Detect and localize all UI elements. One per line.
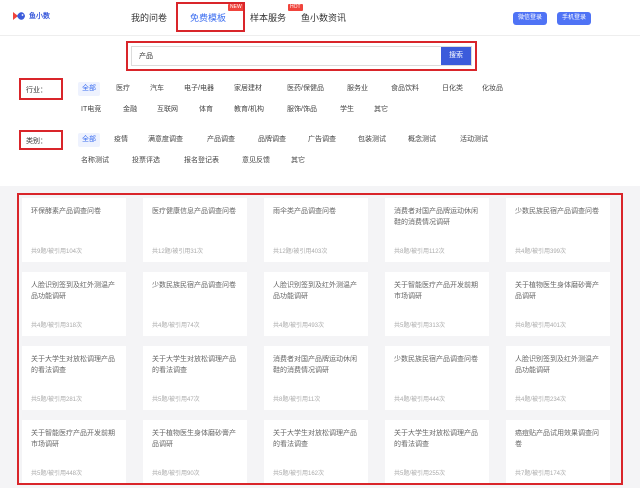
industry-all[interactable]: 全部 xyxy=(78,82,100,96)
category-epidemic[interactable]: 疫情 xyxy=(114,133,128,147)
industry-auto[interactable]: 汽车 xyxy=(150,82,164,96)
template-grid-highlight xyxy=(17,193,623,485)
industry-pharma[interactable]: 医药/保健品 xyxy=(287,82,324,96)
category-activity[interactable]: 活动测试 xyxy=(460,133,488,147)
nav-sample-service[interactable]: 样本服务 xyxy=(250,11,286,24)
industry-daily-chemical[interactable]: 日化类 xyxy=(442,82,463,96)
nav-my-surveys[interactable]: 我的问卷 xyxy=(131,11,167,24)
wechat-login-button[interactable]: 微信登录 xyxy=(513,12,548,25)
industry-electronics[interactable]: 电子/电器 xyxy=(184,82,214,96)
category-label: 类别： xyxy=(26,138,47,145)
industry-medical[interactable]: 医疗 xyxy=(116,82,130,96)
category-feedback[interactable]: 意见反馈 xyxy=(242,154,270,168)
industry-student[interactable]: 学生 xyxy=(340,103,354,117)
industry-food[interactable]: 食品饮料 xyxy=(391,82,419,96)
industry-service[interactable]: 服务业 xyxy=(347,82,368,96)
category-brand[interactable]: 品牌调查 xyxy=(258,133,286,147)
phone-login-button[interactable]: 手机登录 xyxy=(557,12,592,25)
industry-apparel[interactable]: 服饰/饰品 xyxy=(287,103,317,117)
industry-finance[interactable]: 金融 xyxy=(123,103,137,117)
nav-news[interactable]: 鱼小数资讯 xyxy=(301,11,346,24)
search-bar: 搜索 xyxy=(131,46,472,66)
category-all[interactable]: 全部 xyxy=(78,133,100,147)
category-packaging[interactable]: 包装测试 xyxy=(358,133,386,147)
industry-home-building[interactable]: 家居建材 xyxy=(234,82,262,96)
logo[interactable]: 鱼小数 xyxy=(12,9,50,23)
industry-cosmetics[interactable]: 化妆品 xyxy=(482,82,503,96)
category-satisfaction[interactable]: 满意度调查 xyxy=(148,133,183,147)
free-template-highlight xyxy=(176,2,245,32)
fish-logo-icon xyxy=(12,9,26,23)
category-advertising[interactable]: 广告调查 xyxy=(308,133,336,147)
category-concept[interactable]: 概念测试 xyxy=(408,133,436,147)
search-button[interactable]: 搜索 xyxy=(441,47,471,65)
category-voting[interactable]: 投票评选 xyxy=(132,154,160,168)
category-product[interactable]: 产品调查 xyxy=(207,133,235,147)
search-input[interactable] xyxy=(132,47,443,65)
category-registration[interactable]: 报名登记表 xyxy=(184,154,219,168)
hot-badge: HOT xyxy=(288,4,303,11)
category-other[interactable]: 其它 xyxy=(291,154,305,168)
industry-internet[interactable]: 互联网 xyxy=(157,103,178,117)
industry-label: 行业： xyxy=(26,87,47,94)
logo-text: 鱼小数 xyxy=(29,13,50,20)
top-header: 鱼小数 我的问卷 免费模板 NEW 样本服务 HOT 鱼小数资讯 微信登录 手机… xyxy=(0,0,640,36)
industry-it-esports[interactable]: IT电竞 xyxy=(81,103,101,117)
industry-other[interactable]: 其它 xyxy=(374,103,388,117)
industry-education[interactable]: 教育/机构 xyxy=(234,103,264,117)
industry-sports[interactable]: 体育 xyxy=(199,103,213,117)
category-naming[interactable]: 名称测试 xyxy=(81,154,109,168)
